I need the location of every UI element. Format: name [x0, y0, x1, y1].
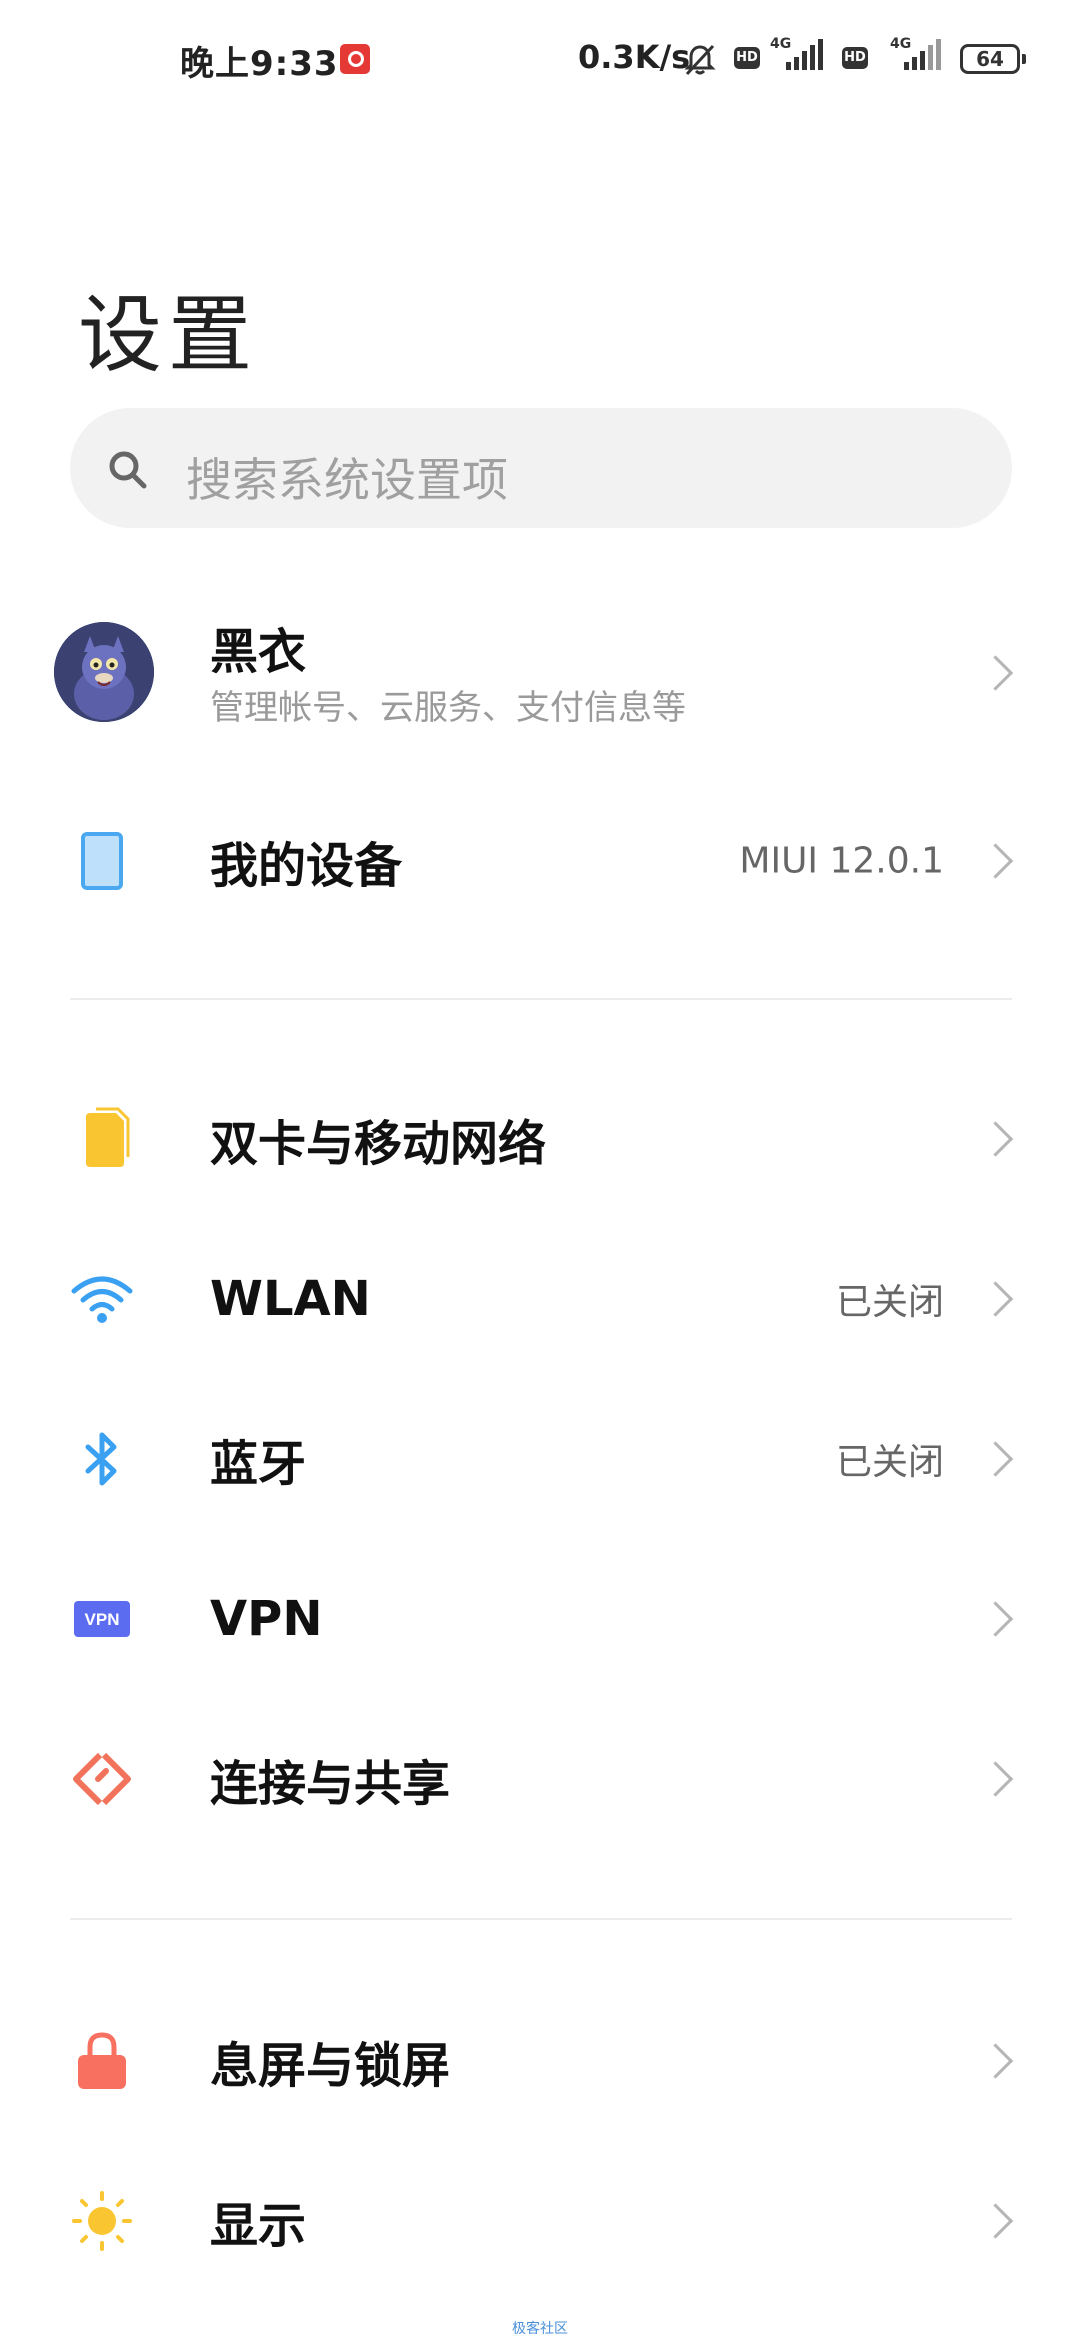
- section-divider: [70, 1918, 1012, 1920]
- bluetooth-status: 已关闭: [835, 1442, 944, 1483]
- lock-icon: [78, 2032, 126, 2089]
- display-label: 显示: [210, 2198, 307, 2254]
- dual-sim-label: 双卡与移动网络: [210, 1116, 547, 1172]
- hd-badge-1: HD: [734, 47, 760, 69]
- lock-screen-row[interactable]: 息屏与锁屏: [0, 1986, 1080, 2136]
- wlan-label: WLAN: [210, 1271, 371, 1327]
- wlan-row[interactable]: WLAN 已关闭: [0, 1224, 1080, 1374]
- chevron-right-icon: [977, 2043, 1014, 2079]
- display-row[interactable]: 显示: [0, 2146, 1080, 2296]
- status-time: 晚上9:33: [180, 44, 339, 84]
- vpn-icon-text: VPN: [85, 1610, 120, 1629]
- signal-icon-1: [786, 39, 823, 70]
- chevron-right-icon: [977, 2203, 1014, 2239]
- chevron-right-icon: [977, 1761, 1014, 1797]
- lock-screen-label: 息屏与锁屏: [210, 2038, 451, 2094]
- netease-music-icon: [340, 44, 370, 74]
- wlan-status: 已关闭: [835, 1282, 944, 1323]
- avatar: [54, 622, 154, 722]
- device-icon: [81, 832, 123, 890]
- my-device-row[interactable]: 我的设备 MIUI 12.0.1: [0, 786, 1080, 936]
- page-title: 设置: [78, 286, 259, 384]
- vpn-icon: VPN: [74, 1601, 130, 1637]
- section-divider: [70, 998, 1012, 1000]
- chevron-right-icon: [977, 1281, 1014, 1317]
- chevron-right-icon: [977, 655, 1014, 691]
- bluetooth-label: 蓝牙: [210, 1436, 307, 1492]
- search-input[interactable]: 搜索系统设置项: [70, 408, 1012, 528]
- wifi-icon: [71, 1276, 133, 1323]
- battery-icon: 64: [960, 44, 1026, 74]
- chevron-right-icon: [977, 843, 1014, 879]
- avatar-image: [54, 622, 154, 722]
- search-placeholder: 搜索系统设置项: [186, 453, 508, 507]
- bluetooth-row[interactable]: 蓝牙 已关闭: [0, 1384, 1080, 1534]
- chevron-right-icon: [977, 1441, 1014, 1477]
- account-name: 黑衣: [210, 624, 307, 680]
- dual-sim-row[interactable]: 双卡与移动网络: [0, 1064, 1080, 1214]
- account-row[interactable]: 黑衣 管理帐号、云服务、支付信息等: [0, 598, 1080, 748]
- status-bar: 晚上9:33 0.3K/s HD 4G HD 4G 64: [0, 0, 1080, 120]
- miui-version: MIUI 12.0.1: [739, 840, 944, 882]
- vpn-row[interactable]: VPN VPN: [0, 1544, 1080, 1694]
- my-device-label: 我的设备: [210, 838, 403, 894]
- watermark: 极客社区: [512, 2321, 568, 2337]
- account-subtitle: 管理帐号、云服务、支付信息等: [210, 688, 686, 728]
- network-speed: 0.3K/s: [578, 38, 691, 76]
- bluetooth-icon: [85, 1432, 117, 1486]
- hd-badge-2: HD: [842, 47, 868, 69]
- search-icon: [109, 451, 147, 489]
- bell-muted-icon: [684, 44, 716, 76]
- connection-sharing-row[interactable]: 连接与共享: [0, 1704, 1080, 1854]
- signal-icon-2: [904, 39, 941, 70]
- vpn-label: VPN: [210, 1591, 323, 1647]
- sim-card-icon: [86, 1107, 130, 1167]
- sun-icon: [72, 2191, 132, 2251]
- connection-sharing-label: 连接与共享: [210, 1756, 451, 1812]
- chevron-right-icon: [977, 1601, 1014, 1637]
- chevron-right-icon: [977, 1121, 1014, 1157]
- share-icon: [73, 1752, 131, 1806]
